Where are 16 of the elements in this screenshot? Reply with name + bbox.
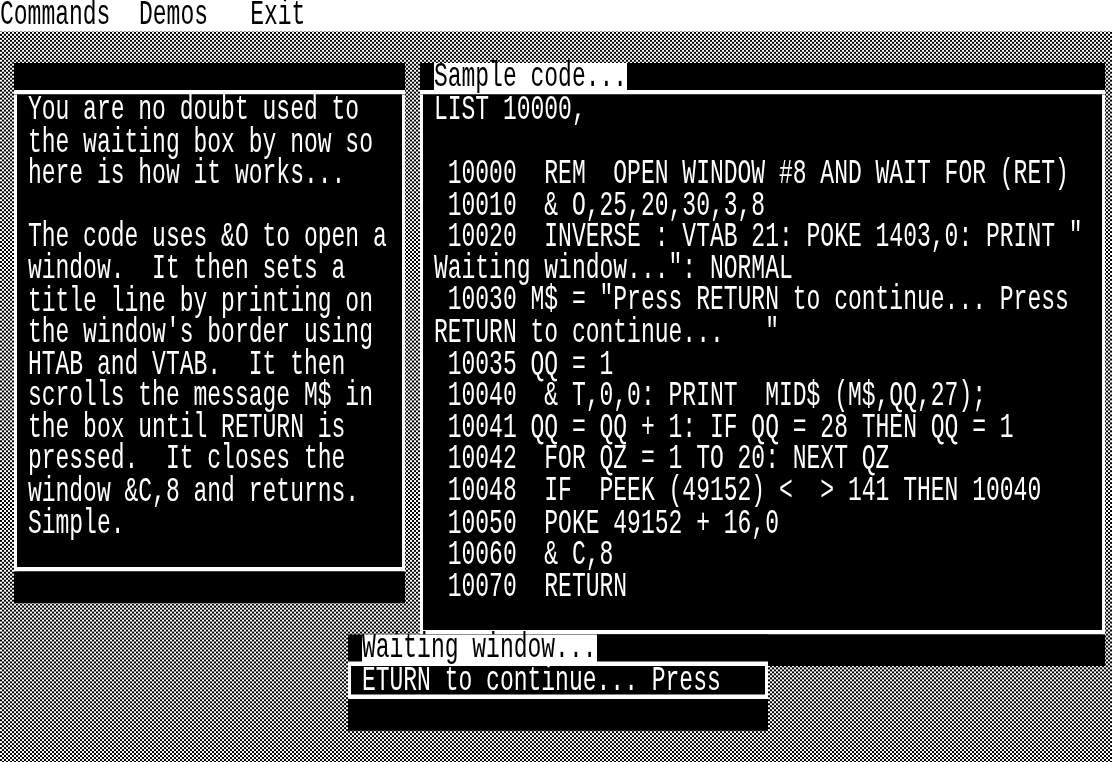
menu-item[interactable]: Commands [0, 0, 139, 32]
code-line: RETURN to continue... " [433, 317, 779, 350]
code-line: 10041 QQ = QQ + 1: IF QQ = 28 THEN QQ = 1 [446, 412, 1014, 445]
code-line: 10070 RETURN [446, 571, 628, 603]
paragraph: The code uses &O to open a window. It then sets a title line by printing on the window's border using HTAB and VTAB. It then scrolls the message M$ in the box until RETURN is pressed. It closes the window &C,8 and returns. Simple. [27, 222, 387, 540]
code-line: 10050 POKE 49152 + 16,0 [446, 507, 779, 540]
code-line: 10000 REM OPEN WINDOW #8 AND WAIT FOR (RET) [446, 158, 1069, 191]
code-line: 10010 & O,25,20,30,3,8 [446, 190, 766, 223]
message-text: ETURN to continue... Press [361, 666, 721, 699]
code-line: 10035 QQ = 1 [446, 349, 614, 381]
code-line: 10060 & C,8 [446, 539, 614, 572]
menu-item[interactable]: Exit [250, 0, 334, 32]
command-line: LIST 10000, [433, 95, 586, 127]
menu-item[interactable]: Demos [139, 0, 251, 32]
paragraph: You are no doubt used to the waiting box by now so here is how it works... [27, 95, 373, 191]
code-line: 10048 IF PEEK (49152) < > 141 THEN 10040 [446, 476, 1042, 508]
